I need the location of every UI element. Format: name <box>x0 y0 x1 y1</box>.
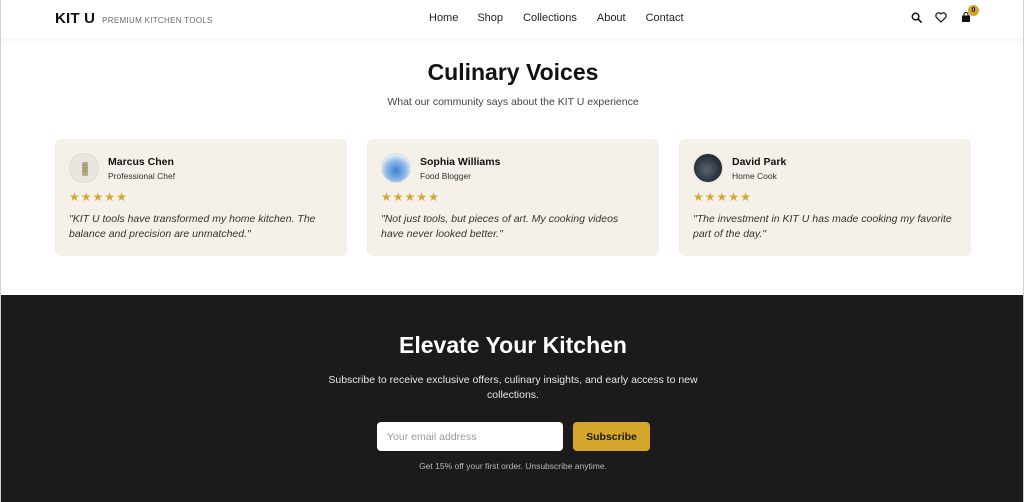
brand[interactable]: KIT U PREMIUM KITCHEN TOOLS <box>55 10 213 27</box>
star-icon: ★ <box>704 190 716 204</box>
star-icon: ★ <box>428 190 439 204</box>
avatar <box>693 153 723 183</box>
star-icon: ★ <box>104 190 116 204</box>
header-icons: 0 <box>910 5 979 23</box>
heart-icon[interactable] <box>935 11 947 23</box>
testimonials-subtitle: What our community says about the KIT U … <box>387 96 639 108</box>
reviewer-name: David Park <box>732 156 787 168</box>
star-rating: ★ ★ ★ ★ ★ <box>381 191 439 203</box>
reviewer-role: Home Cook <box>732 171 777 181</box>
avatar <box>69 153 99 183</box>
newsletter-description: Subscribe to receive exclusive offers, c… <box>328 374 698 401</box>
main-nav: Home Shop Collections About Contact <box>429 12 704 24</box>
cart-icon[interactable]: 0 <box>960 5 979 23</box>
star-icon: ★ <box>392 190 404 204</box>
testimonial-quote: "KIT U tools have transformed my home ki… <box>69 213 316 240</box>
nav-about[interactable]: About <box>597 12 626 24</box>
newsletter-section: Elevate Your Kitchen Subscribe to receiv… <box>1 295 1023 502</box>
newsletter-title: Elevate Your Kitchen <box>399 332 627 358</box>
testimonial-card: Marcus Chen Professional Chef ★ ★ ★ ★ ★ "KIT… <box>55 139 347 256</box>
star-icon: ★ <box>716 190 728 204</box>
email-input[interactable] <box>377 422 563 451</box>
star-rating: ★ ★ ★ ★ ★ <box>69 191 127 203</box>
page: KIT U PREMIUM KITCHEN TOOLS Home Shop Co… <box>0 0 1024 502</box>
star-icon: ★ <box>92 190 104 204</box>
star-icon: ★ <box>116 190 127 204</box>
star-icon: ★ <box>404 190 416 204</box>
star-icon: ★ <box>416 190 428 204</box>
avatar <box>381 153 411 183</box>
star-icon: ★ <box>740 190 751 204</box>
reviewer-name: Sophia Williams <box>420 156 501 168</box>
nav-shop[interactable]: Shop <box>477 12 503 24</box>
testimonial-card: Sophia Williams Food Blogger ★ ★ ★ ★ ★ "Not … <box>367 139 659 256</box>
star-icon: ★ <box>693 190 704 204</box>
site-header: KIT U PREMIUM KITCHEN TOOLS Home Shop Co… <box>1 0 1023 38</box>
reviewer-name: Marcus Chen <box>108 156 174 168</box>
newsletter-note: Get 15% off your first order. Unsubscrib… <box>419 461 607 471</box>
search-icon[interactable] <box>910 11 922 23</box>
nav-collections[interactable]: Collections <box>523 12 577 24</box>
nav-contact[interactable]: Contact <box>646 12 684 24</box>
reviewer-role: Professional Chef <box>108 171 176 181</box>
reviewer-role: Food Blogger <box>420 171 472 181</box>
testimonials-title: Culinary Voices <box>427 59 599 85</box>
star-rating: ★ ★ ★ ★ ★ <box>693 191 751 203</box>
cart-count-badge: 0 <box>968 5 979 16</box>
nav-home[interactable]: Home <box>429 12 458 24</box>
testimonial-quote: "Not just tools, but pieces of art. My c… <box>381 213 619 240</box>
testimonial-card: David Park Home Cook ★ ★ ★ ★ ★ "The investme… <box>679 139 971 256</box>
brand-tagline: PREMIUM KITCHEN TOOLS <box>102 16 213 25</box>
testimonial-cards: Marcus Chen Professional Chef ★ ★ ★ ★ ★ "KIT… <box>55 139 971 256</box>
star-icon: ★ <box>69 190 80 204</box>
star-icon: ★ <box>80 190 92 204</box>
subscribe-button[interactable]: Subscribe <box>573 422 650 451</box>
star-icon: ★ <box>381 190 392 204</box>
testimonial-quote: "The investment in KIT U has made cookin… <box>693 213 952 240</box>
brand-name[interactable]: KIT U <box>55 10 95 27</box>
star-icon: ★ <box>728 190 740 204</box>
